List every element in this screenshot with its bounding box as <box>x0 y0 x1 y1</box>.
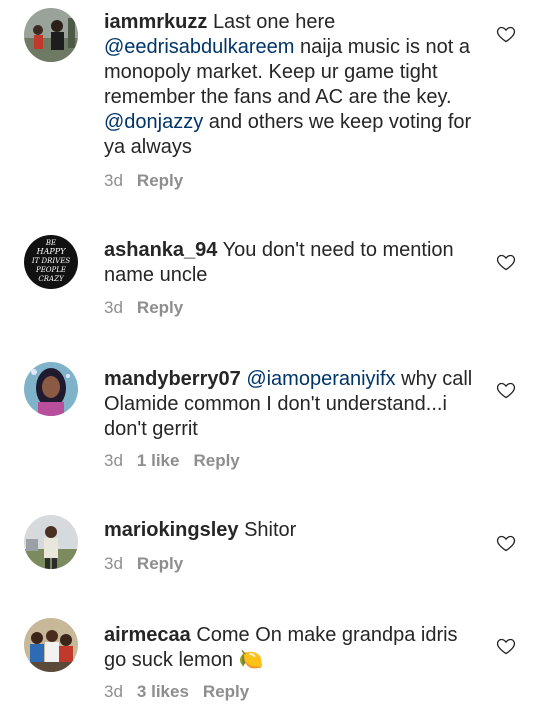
comment-time: 3d <box>104 298 123 317</box>
like-button[interactable] <box>496 636 516 656</box>
message-text: Last one here <box>212 11 336 33</box>
comment-message: Shitor <box>244 519 296 541</box>
avatar-text: PEOPLE <box>35 266 66 274</box>
avatar-text: BE <box>45 239 56 247</box>
comment-username[interactable]: iammrkuzz <box>104 11 207 33</box>
avatar-text: HAPPY <box>36 247 67 256</box>
reply-button[interactable]: Reply <box>137 554 183 573</box>
reply-button[interactable]: Reply <box>203 682 249 701</box>
avatar-text: IT DRIVES <box>31 257 70 265</box>
comment-time: 3d <box>104 171 123 190</box>
reply-button[interactable]: Reply <box>137 298 183 317</box>
likes-count[interactable]: 3 likes <box>137 682 189 701</box>
heart-outline-icon <box>496 638 516 655</box>
comment-text: mandyberry07 @iamoperaniyifx why call Ol… <box>104 367 484 442</box>
heart-outline-icon <box>496 535 516 552</box>
comment-meta: 3d Reply <box>104 298 197 318</box>
heart-outline-icon <box>496 254 516 271</box>
comment-username[interactable]: mandyberry07 <box>104 368 241 390</box>
like-button[interactable] <box>496 252 516 272</box>
mention-link[interactable]: @donjazzy <box>104 111 203 133</box>
avatar-text: CRAZY <box>38 275 65 283</box>
heart-outline-icon <box>496 26 516 43</box>
comment-meta: 3d Reply <box>104 171 197 191</box>
mention-link[interactable]: @eedrisabdulkareem <box>104 36 294 58</box>
comment-username[interactable]: mariokingsley <box>104 519 239 541</box>
heart-outline-icon <box>496 382 516 399</box>
comment-text: iammrkuzz Last one here @eedrisabdulkare… <box>104 10 484 160</box>
avatar[interactable] <box>24 8 78 62</box>
comment-username[interactable]: airmecaa <box>104 624 191 646</box>
comment-username[interactable]: ashanka_94 <box>104 239 217 261</box>
comment-text: ashanka_94 You don't need to mention nam… <box>104 238 484 288</box>
comment-text: airmecaa Come On make grandpa idris go s… <box>104 623 484 673</box>
comment-time: 3d <box>104 554 123 573</box>
reply-button[interactable]: Reply <box>193 451 239 470</box>
like-button[interactable] <box>496 380 516 400</box>
mention-link[interactable]: @iamoperaniyifx <box>246 368 395 390</box>
comment-meta: 3d 3 likes Reply <box>104 682 263 702</box>
comment-meta: 3d Reply <box>104 554 197 574</box>
likes-count[interactable]: 1 like <box>137 451 180 470</box>
comment-time: 3d <box>104 451 123 470</box>
reply-button[interactable]: Reply <box>137 171 183 190</box>
avatar[interactable]: BE HAPPY IT DRIVES PEOPLE CRAZY <box>24 235 78 289</box>
avatar[interactable] <box>24 515 78 569</box>
like-button[interactable] <box>496 24 516 44</box>
comment-time: 3d <box>104 682 123 701</box>
message-text: Shitor <box>244 519 297 541</box>
avatar[interactable] <box>24 618 78 672</box>
comment-meta: 3d 1 like Reply <box>104 451 254 471</box>
like-button[interactable] <box>496 533 516 553</box>
comment-message: Last one here @eedrisabdulkareem naija m… <box>104 11 471 158</box>
comment-text: mariokingsley Shitor <box>104 518 484 543</box>
avatar[interactable] <box>24 362 78 416</box>
